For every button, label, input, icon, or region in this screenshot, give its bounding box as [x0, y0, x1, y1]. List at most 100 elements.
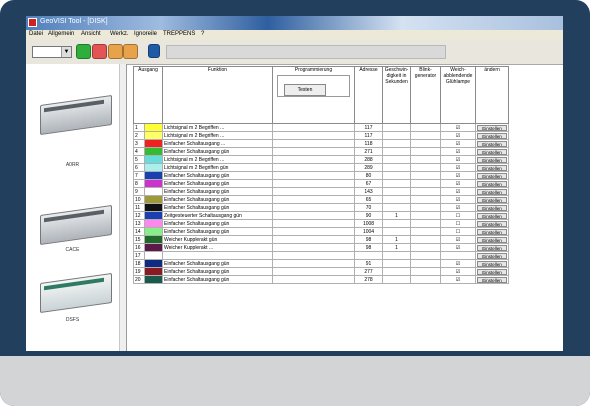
table-row[interactable]: 16 Weicher Kupplerakt ... 98 1 ☑ Einstellen — [133, 243, 509, 252]
device-image[interactable] — [36, 94, 114, 136]
row-blink[interactable] — [410, 187, 441, 196]
row-funktion[interactable]: Einfacher Schaltausgang gün — [162, 179, 273, 188]
row-adresse[interactable]: 91 — [354, 259, 383, 268]
edit-button[interactable]: Einstellen — [477, 236, 507, 243]
row-funktion[interactable]: Einfacher Schaltausgang gün — [162, 203, 273, 212]
row-blink[interactable] — [410, 227, 441, 236]
row-geschwindigkeit[interactable]: 1 — [382, 211, 411, 220]
menu-item-help[interactable]: ? — [201, 31, 204, 37]
row-funktion[interactable]: Weicher Kupplerakt gün — [162, 235, 273, 244]
table-row[interactable]: 1 Lichtsignal m 2 Begriffen ... 117 ☑ Einste… — [133, 123, 509, 132]
menu-item-datei[interactable]: Datei — [29, 31, 43, 37]
row-funktion[interactable]: Einfacher Schaltausgang gün — [162, 147, 273, 156]
row-blink[interactable] — [410, 131, 441, 140]
menu-item-werkzeuge[interactable]: Werkz. — [110, 31, 129, 37]
row-andern[interactable]: Einstellen — [475, 227, 509, 236]
row-blink[interactable] — [410, 259, 441, 268]
edit-button[interactable]: Einstellen — [477, 156, 507, 163]
edit-button[interactable]: Einstellen — [477, 148, 507, 155]
edit-button[interactable]: Einstellen — [477, 228, 507, 235]
color-swatch[interactable] — [144, 203, 163, 212]
row-geschwindigkeit[interactable] — [382, 123, 411, 132]
row-weich[interactable]: ☑ — [440, 259, 476, 268]
table-row[interactable]: 13 Einfacher Schaltausgang gün 1008 ☐ Einste… — [133, 219, 509, 228]
row-blink[interactable] — [410, 267, 441, 276]
device-combo[interactable]: ▼ — [32, 46, 72, 58]
row-geschwindigkeit[interactable] — [382, 163, 411, 172]
row-blink[interactable] — [410, 179, 441, 188]
row-adresse[interactable]: 67 — [354, 179, 383, 188]
row-andern[interactable]: Einstellen — [475, 235, 509, 244]
color-swatch[interactable] — [144, 139, 163, 148]
color-swatch[interactable] — [144, 275, 163, 284]
row-weich[interactable]: ☑ — [440, 203, 476, 212]
row-geschwindigkeit[interactable] — [382, 227, 411, 236]
row-geschwindigkeit[interactable] — [382, 155, 411, 164]
menu-item-allgemein[interactable]: Allgemein — [48, 31, 74, 37]
row-blink[interactable] — [410, 251, 441, 260]
row-weich[interactable]: ☐ — [440, 227, 476, 236]
row-adresse[interactable]: 117 — [354, 123, 383, 132]
row-weich[interactable]: ☑ — [440, 179, 476, 188]
row-blink[interactable] — [410, 243, 441, 252]
row-weich[interactable]: ☐ — [440, 219, 476, 228]
row-blink[interactable] — [410, 147, 441, 156]
row-weich[interactable]: ☑ — [440, 171, 476, 180]
row-adresse[interactable]: 288 — [354, 155, 383, 164]
edit-button[interactable]: Einstellen — [477, 252, 507, 259]
color-swatch[interactable] — [144, 267, 163, 276]
row-blink[interactable] — [410, 171, 441, 180]
color-swatch[interactable] — [144, 163, 163, 172]
row-weich[interactable]: ☑ — [440, 139, 476, 148]
row-blink[interactable] — [410, 139, 441, 148]
row-blink[interactable] — [410, 203, 441, 212]
table-row[interactable]: 11 Einfacher Schaltausgang gün 70 ☑ Einstell… — [133, 203, 509, 212]
row-weich[interactable]: ☑ — [440, 195, 476, 204]
row-andern[interactable]: Einstellen — [475, 267, 509, 276]
table-row[interactable]: 15 Weicher Kupplerakt gün 98 1 ☑ Einstellen — [133, 235, 509, 244]
row-adresse[interactable]: 277 — [354, 267, 383, 276]
table-row[interactable]: 2 Lichtsignal m 2 Begriffen ... 117 ☑ Einste… — [133, 131, 509, 140]
color-swatch[interactable] — [144, 211, 163, 220]
row-adresse[interactable]: 1004 — [354, 227, 383, 236]
row-weich[interactable]: ☑ — [440, 123, 476, 132]
edit-button[interactable]: Einstellen — [477, 244, 507, 251]
table-row[interactable]: 6 Lichtsignal m 2 Begriffen gün 289 ☑ Einste… — [133, 163, 509, 172]
edit-button[interactable]: Einstellen — [477, 188, 507, 195]
row-weich[interactable]: ☑ — [440, 275, 476, 284]
row-geschwindigkeit[interactable] — [382, 131, 411, 140]
row-adresse[interactable]: 117 — [354, 131, 383, 140]
row-adresse[interactable]: 271 — [354, 147, 383, 156]
table-row[interactable]: 14 Einfacher Schaltausgang gün 1004 ☐ Einste… — [133, 227, 509, 236]
row-weich[interactable]: ☐ — [440, 211, 476, 220]
edit-button[interactable]: Einstellen — [477, 172, 507, 179]
row-funktion[interactable]: Lichtsignal m 2 Begriffen ... — [162, 123, 273, 132]
row-adresse[interactable]: 98 — [354, 235, 383, 244]
row-weich[interactable]: ☑ — [440, 235, 476, 244]
row-funktion[interactable]: Einfacher Schaltausgang gün — [162, 227, 273, 236]
row-adresse[interactable]: 118 — [354, 139, 383, 148]
row-andern[interactable]: Einstellen — [475, 131, 509, 140]
color-swatch[interactable] — [144, 219, 163, 228]
row-andern[interactable]: Einstellen — [475, 139, 509, 148]
table-row[interactable]: 3 Einfacher Schaltausgang ... 118 ☑ Einstell… — [133, 139, 509, 148]
color-swatch[interactable] — [144, 171, 163, 180]
row-geschwindigkeit[interactable] — [382, 139, 411, 148]
row-blink[interactable] — [410, 155, 441, 164]
row-funktion[interactable]: Einfacher Schaltausgang gün — [162, 259, 273, 268]
row-geschwindigkeit[interactable] — [382, 251, 411, 260]
edit-button[interactable]: Einstellen — [477, 204, 507, 211]
write-button[interactable] — [123, 44, 138, 59]
stop-button[interactable] — [92, 44, 107, 59]
row-funktion[interactable] — [162, 251, 273, 260]
row-blink[interactable] — [410, 211, 441, 220]
save-button[interactable] — [148, 44, 160, 58]
row-andern[interactable]: Einstellen — [475, 219, 509, 228]
edit-button[interactable]: Einstellen — [477, 140, 507, 147]
read-button[interactable] — [108, 44, 123, 59]
color-swatch[interactable] — [144, 131, 163, 140]
color-swatch[interactable] — [144, 243, 163, 252]
table-row[interactable]: 8 Einfacher Schaltausgang gün 67 ☑ Einstelle… — [133, 179, 509, 188]
row-geschwindigkeit[interactable]: 1 — [382, 235, 411, 244]
row-blink[interactable] — [410, 275, 441, 284]
